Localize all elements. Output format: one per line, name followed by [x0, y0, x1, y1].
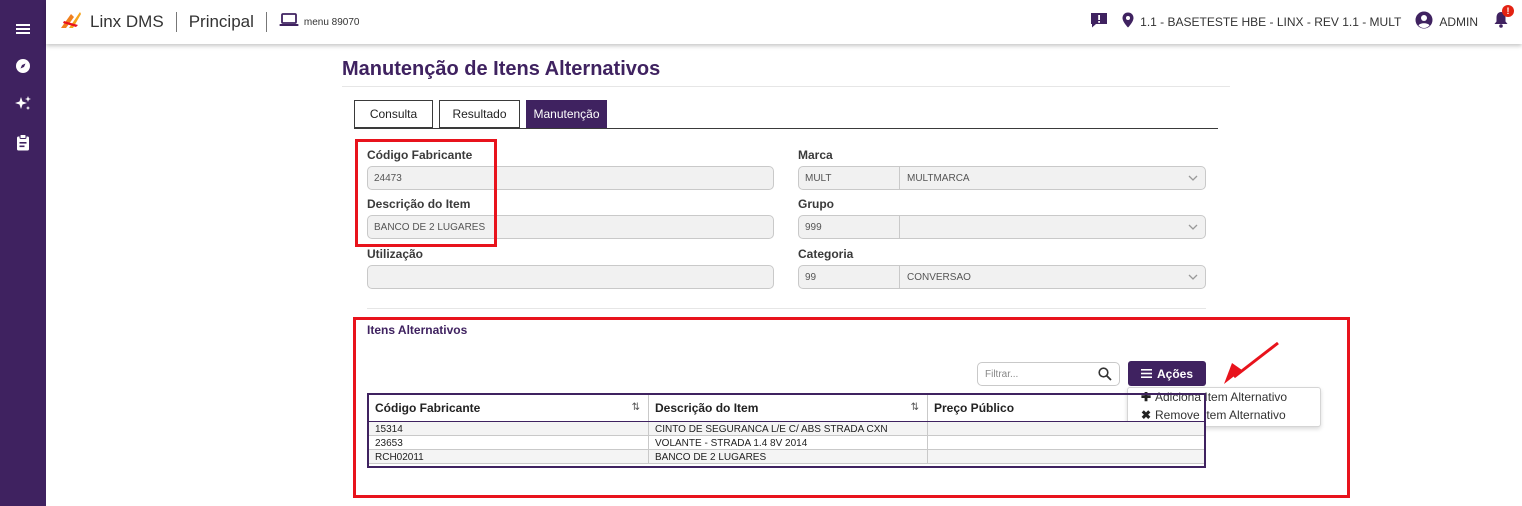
notifications-button[interactable]: !	[1494, 5, 1514, 33]
menu-code: menu 89070	[303, 16, 360, 28]
chat-alert-icon[interactable]	[1090, 12, 1108, 33]
tab-bar: Consulta Resultado Manutenção	[354, 100, 613, 128]
divider	[175, 12, 177, 32]
brand-name: Linx DMS	[90, 12, 164, 31]
chevron-down-icon	[1181, 167, 1205, 189]
highlight-box-form-fields	[355, 139, 497, 247]
chevron-down-icon	[1181, 266, 1205, 288]
user-circle-icon	[1415, 11, 1433, 34]
user-name[interactable]: ADMIN	[1439, 15, 1478, 29]
top-right-controls: 1.1 - BASETESTE HBE - LINX - REV 1.1 - M…	[1090, 5, 1514, 34]
annotation-arrow-icon	[1224, 341, 1279, 384]
sidebar	[0, 0, 46, 506]
environment-label[interactable]: 1.1 - BASETESTE HBE - LINX - REV 1.1 - M…	[1140, 15, 1401, 29]
tab-divider	[354, 128, 1218, 129]
module-name: Principal	[188, 12, 254, 31]
page-title: Manutenção de Itens Alternativos	[342, 58, 661, 80]
tab-consulta[interactable]: Consulta	[354, 100, 433, 128]
categoria-description: CONVERSAO	[907, 271, 971, 283]
grupo-code: 999	[799, 216, 900, 238]
chevron-down-icon	[1181, 216, 1205, 238]
highlight-box-itens-alternativos	[353, 317, 1350, 498]
notification-badge: !	[1502, 5, 1514, 17]
compass-icon[interactable]	[0, 54, 46, 78]
clipboard-icon[interactable]	[0, 130, 46, 154]
tab-resultado[interactable]: Resultado	[439, 100, 520, 128]
hamburger-menu-icon[interactable]	[0, 17, 46, 41]
brand[interactable]: Linx DMS Principal menu 89070	[60, 11, 360, 33]
laptop-icon	[279, 12, 299, 32]
categoria-code: 99	[799, 266, 900, 288]
categoria-label: Categoria	[798, 247, 854, 261]
title-divider	[342, 86, 1230, 87]
linx-logo-icon	[60, 11, 82, 34]
top-bar: Linx DMS Principal menu 89070 1.1 - BASE…	[46, 0, 1522, 44]
grupo-description	[900, 216, 1181, 238]
utilizacao-label: Utilização	[367, 247, 424, 261]
divider	[265, 12, 267, 32]
sparkles-icon[interactable]	[0, 92, 46, 116]
grupo-select[interactable]: 999	[798, 215, 1206, 239]
bell-icon	[1494, 12, 1508, 32]
categoria-select[interactable]: 99 CONVERSAO	[798, 265, 1206, 289]
marca-select[interactable]: MULT MULTMARCA	[798, 166, 1206, 190]
tab-manutencao[interactable]: Manutenção	[526, 100, 607, 128]
grupo-label: Grupo	[798, 197, 834, 211]
marca-code: MULT	[799, 167, 900, 189]
marca-description: MULTMARCA	[907, 172, 970, 184]
map-marker-icon	[1122, 12, 1134, 33]
marca-label: Marca	[798, 148, 833, 162]
section-divider	[367, 308, 1206, 309]
utilizacao-field[interactable]	[367, 265, 774, 289]
